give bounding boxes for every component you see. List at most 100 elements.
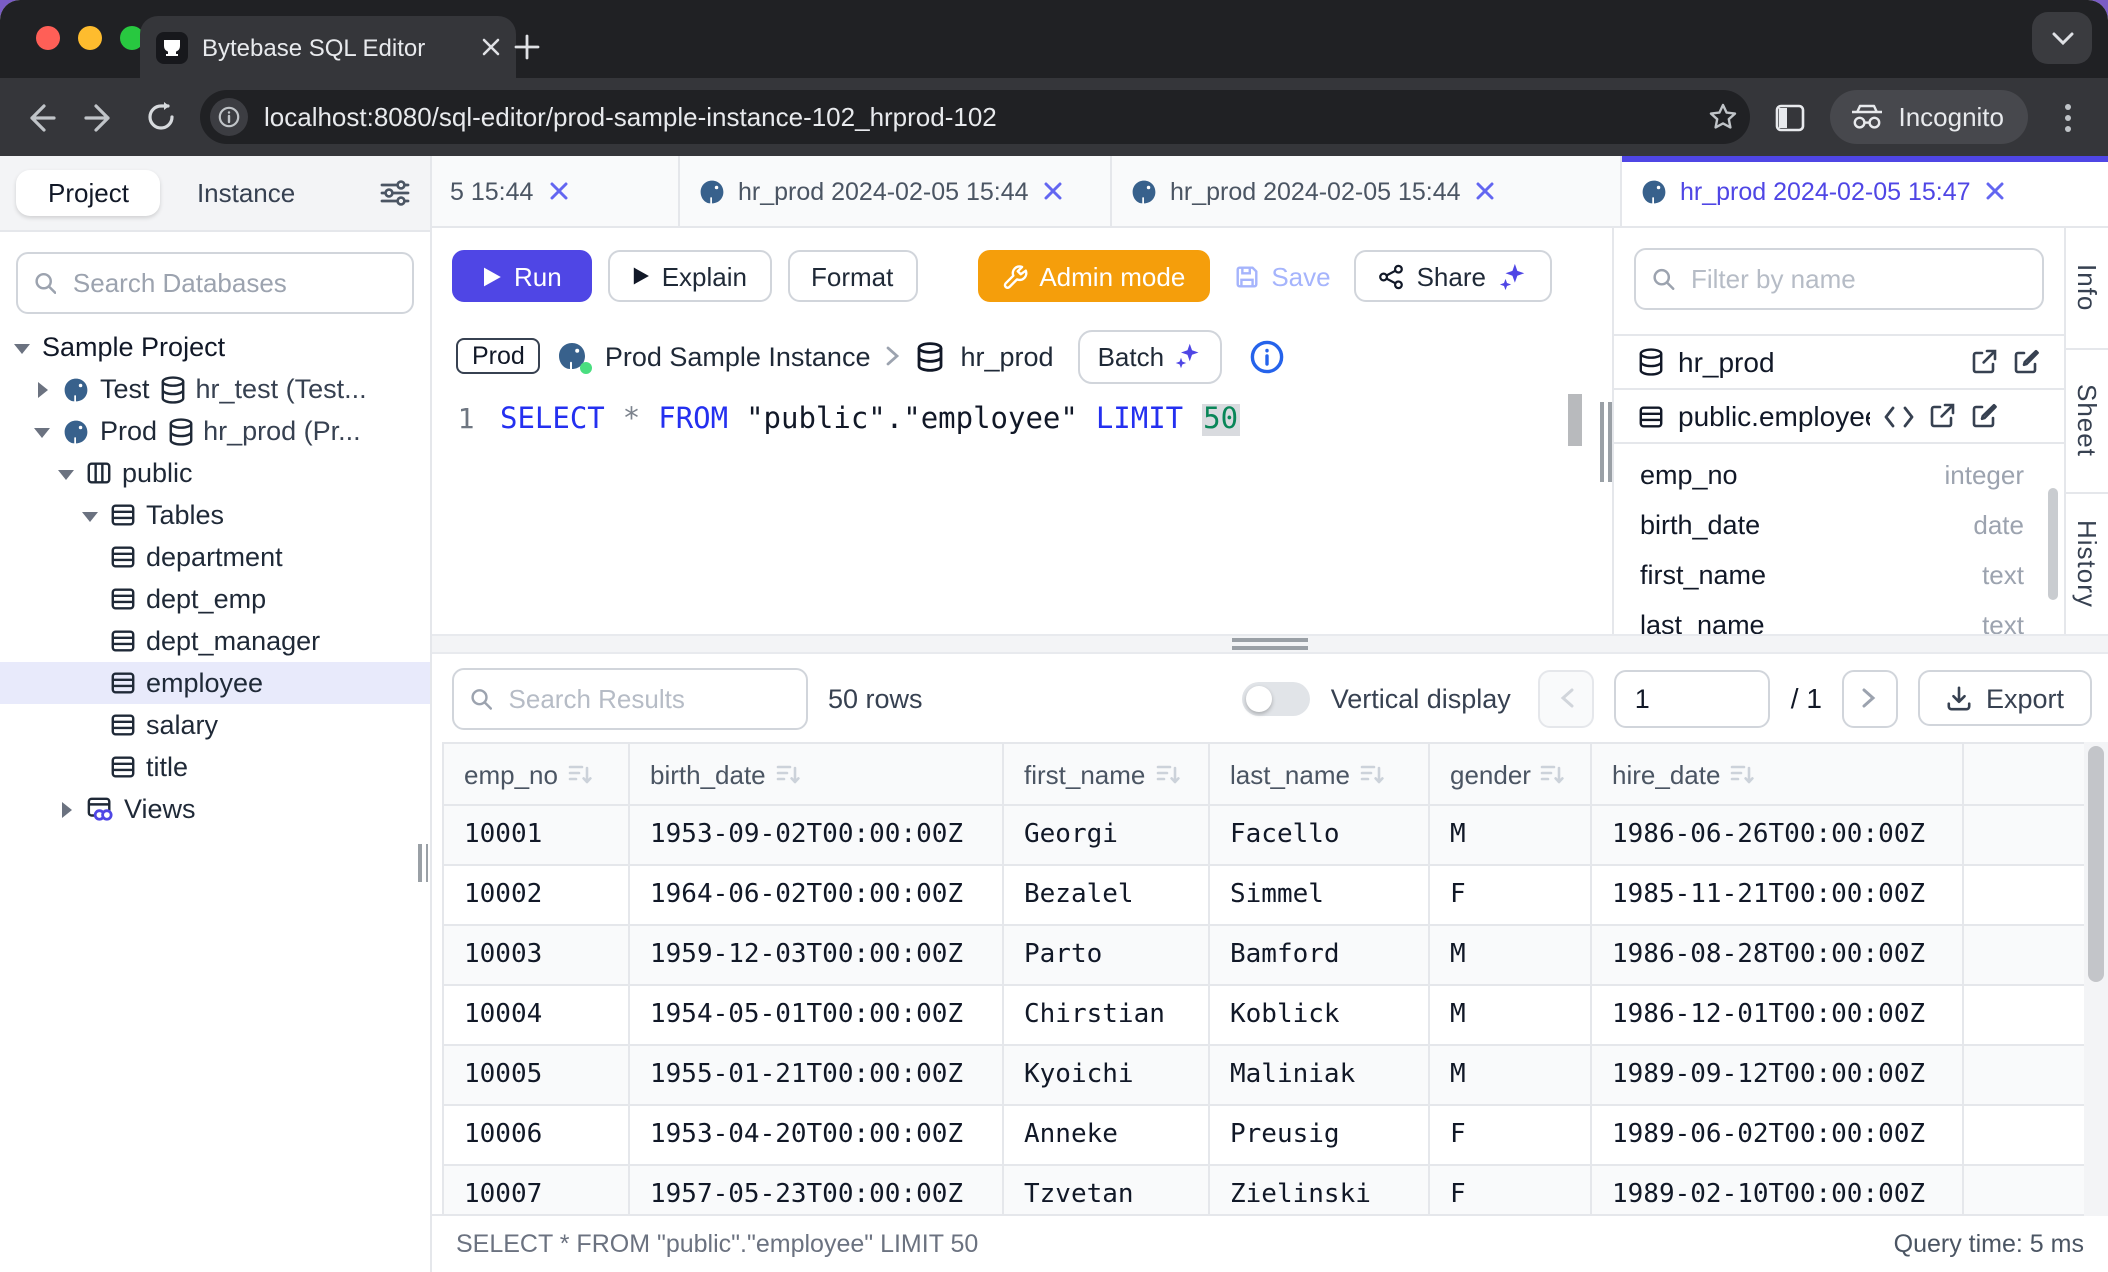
cell[interactable]: 10002: [444, 866, 630, 924]
table-row[interactable]: 100041954-05-01T00:00:00ZChirstianKoblic…: [444, 986, 2084, 1046]
cell[interactable]: 1954-05-01T00:00:00Z: [630, 986, 1004, 1044]
cell[interactable]: M: [1430, 1046, 1592, 1104]
tab-info[interactable]: Info: [2066, 228, 2108, 350]
column-header-hire-date[interactable]: hire_date: [1592, 744, 1964, 804]
column-row[interactable]: emp_no integer: [1614, 450, 2064, 500]
column-row[interactable]: first_name text: [1614, 550, 2064, 600]
cell[interactable]: Parto: [1004, 926, 1210, 984]
tree-item-table-employee[interactable]: employee: [0, 662, 430, 704]
tree-item-hr-test[interactable]: Test hr_test (Test...: [0, 368, 430, 410]
schema-filter-input[interactable]: [1687, 262, 2026, 296]
tree-item-table-dept-emp[interactable]: dept_emp: [0, 578, 430, 620]
cell[interactable]: M: [1430, 986, 1592, 1044]
reload-button[interactable]: [140, 97, 180, 137]
cell[interactable]: Simmel: [1210, 866, 1430, 924]
sidebar-settings-icon[interactable]: [374, 173, 414, 213]
cell[interactable]: 1957-05-23T00:00:00Z: [630, 1166, 1004, 1214]
cell[interactable]: M: [1430, 806, 1592, 864]
cell[interactable]: F: [1430, 1166, 1592, 1214]
cell[interactable]: M: [1430, 926, 1592, 984]
address-bar[interactable]: localhost:8080/sql-editor/prod-sample-in…: [200, 90, 1750, 144]
column-header-birth-date[interactable]: birth_date: [630, 744, 1004, 804]
cell[interactable]: Georgi: [1004, 806, 1210, 864]
column-list-scrollbar[interactable]: [2048, 488, 2058, 600]
database-name[interactable]: hr_prod: [960, 341, 1053, 371]
cell[interactable]: 1986-08-28T00:00:00Z: [1592, 926, 1964, 984]
schema-database-row[interactable]: hr_prod: [1614, 334, 2064, 390]
bookmark-star-icon[interactable]: [1708, 102, 1738, 132]
browser-tab[interactable]: Bytebase SQL Editor: [140, 16, 516, 78]
open-external-icon[interactable]: [1928, 402, 1956, 430]
prev-page-button[interactable]: [1539, 669, 1595, 727]
results-resize-handle[interactable]: [432, 634, 2108, 654]
sort-icon[interactable]: [568, 763, 592, 785]
cell[interactable]: 1989-02-10T00:00:00Z: [1592, 1166, 1964, 1214]
tree-item-table-dept-manager[interactable]: dept_manager: [0, 620, 430, 662]
cell[interactable]: 1985-11-21T00:00:00Z: [1592, 866, 1964, 924]
cell[interactable]: F: [1430, 1106, 1592, 1164]
caret-right-icon[interactable]: [32, 381, 52, 397]
cell[interactable]: 10001: [444, 806, 630, 864]
tree-item-table-department[interactable]: department: [0, 536, 430, 578]
database-search[interactable]: [16, 252, 414, 314]
column-row[interactable]: birth_date date: [1614, 500, 2064, 550]
cell[interactable]: F: [1430, 866, 1592, 924]
cell[interactable]: 10003: [444, 926, 630, 984]
export-button[interactable]: Export: [1918, 670, 2092, 726]
cell[interactable]: 1964-06-02T00:00:00Z: [630, 866, 1004, 924]
tree-item-table-title[interactable]: title: [0, 746, 430, 788]
info-circle-icon[interactable]: [1250, 339, 1284, 373]
browser-tab-close-icon[interactable]: [482, 38, 500, 56]
tree-item-hr-prod[interactable]: Prod hr_prod (Pr...: [0, 410, 430, 452]
column-header-emp-no[interactable]: emp_no: [444, 744, 630, 804]
environment-chip[interactable]: Prod: [456, 338, 541, 374]
table-row[interactable]: 100011953-09-02T00:00:00ZGeorgiFacelloM1…: [444, 806, 2084, 866]
column-header-first-name[interactable]: first_name: [1004, 744, 1210, 804]
edit-icon[interactable]: [2012, 348, 2040, 376]
sort-icon[interactable]: [1155, 763, 1179, 785]
tab-search-button[interactable]: [2032, 12, 2092, 64]
close-window-button[interactable]: [36, 26, 60, 50]
side-panel-icon[interactable]: [1770, 97, 1810, 137]
code-icon[interactable]: [1884, 405, 1914, 427]
close-tab-icon[interactable]: [1477, 182, 1495, 200]
table-row[interactable]: 100031959-12-03T00:00:00ZPartoBamfordM19…: [444, 926, 2084, 986]
cell[interactable]: Tzvetan: [1004, 1166, 1210, 1214]
forward-button[interactable]: [80, 97, 120, 137]
cell[interactable]: Bezalel: [1004, 866, 1210, 924]
column-row[interactable]: last_name text: [1614, 600, 2064, 634]
editor-scrollbar[interactable]: [1568, 394, 1582, 446]
tree-item-table-salary[interactable]: salary: [0, 704, 430, 746]
query-tab-1[interactable]: 5 15:44: [432, 156, 680, 226]
table-row[interactable]: 100021964-06-02T00:00:00ZBezalelSimmelF1…: [444, 866, 2084, 926]
cell[interactable]: 1959-12-03T00:00:00Z: [630, 926, 1004, 984]
results-search-input[interactable]: [505, 681, 790, 715]
tab-project[interactable]: Project: [16, 170, 161, 216]
tree-item-project[interactable]: Sample Project: [0, 326, 430, 368]
caret-down-icon[interactable]: [80, 509, 100, 521]
site-info-icon[interactable]: [210, 98, 248, 136]
page-number-input[interactable]: [1615, 669, 1771, 727]
sort-icon[interactable]: [776, 763, 800, 785]
save-button[interactable]: Save: [1225, 250, 1338, 302]
vertical-display-toggle[interactable]: [1243, 681, 1311, 715]
back-button[interactable]: [20, 97, 60, 137]
cell[interactable]: 10007: [444, 1166, 630, 1214]
cell[interactable]: 1953-04-20T00:00:00Z: [630, 1106, 1004, 1164]
sidebar-resize-handle[interactable]: [418, 844, 428, 882]
tab-instance[interactable]: Instance: [169, 170, 323, 216]
tree-item-views-group[interactable]: Views: [0, 788, 430, 830]
cell[interactable]: Koblick: [1210, 986, 1430, 1044]
cell[interactable]: Facello: [1210, 806, 1430, 864]
caret-down-icon[interactable]: [32, 425, 52, 437]
tree-item-schema-public[interactable]: public: [0, 452, 430, 494]
cell[interactable]: 1986-06-26T00:00:00Z: [1592, 806, 1964, 864]
close-tab-icon[interactable]: [1987, 182, 2005, 200]
column-header-last-name[interactable]: last_name: [1210, 744, 1430, 804]
tree-item-tables-group[interactable]: Tables: [0, 494, 430, 536]
run-button[interactable]: Run: [452, 250, 592, 302]
cell[interactable]: Chirstian: [1004, 986, 1210, 1044]
cell[interactable]: 1953-09-02T00:00:00Z: [630, 806, 1004, 864]
cell[interactable]: Kyoichi: [1004, 1046, 1210, 1104]
sort-icon[interactable]: [1541, 763, 1565, 785]
